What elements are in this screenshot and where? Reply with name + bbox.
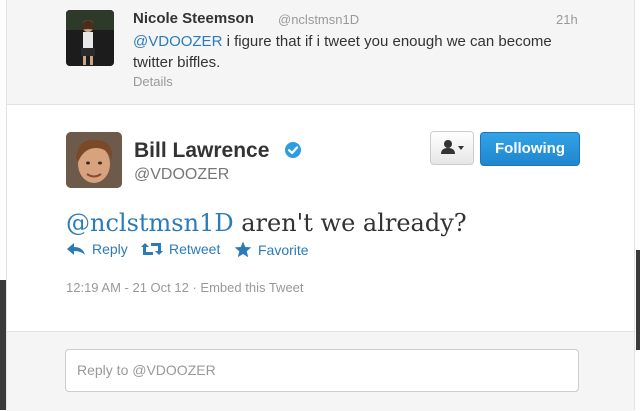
favorite-action[interactable]: Favorite — [234, 241, 309, 258]
reply-input[interactable]: Reply to @VDOOZER — [65, 349, 579, 392]
previous-tweet[interactable]: Nicole Steemson @nclstmsn1D 21h @VDOOZER… — [7, 0, 634, 105]
details-link[interactable]: Details — [133, 74, 173, 89]
tweet-time[interactable]: 21h — [556, 12, 578, 27]
previous-tweet-text: @VDOOZER i figure that if i tweet you en… — [133, 31, 573, 73]
frame-border-right — [634, 0, 635, 410]
following-button[interactable]: Following — [480, 132, 580, 166]
tweet-timestamp-row: 12:19 AM - 21 Oct 12 · Embed this Tweet — [66, 280, 304, 295]
reply-area: Reply to @VDOOZER — [7, 331, 634, 411]
separator: · — [188, 280, 201, 295]
star-icon — [234, 241, 252, 258]
reply-label[interactable]: Reply — [92, 241, 128, 257]
embed-tweet-link[interactable]: Embed this Tweet — [200, 280, 303, 295]
retweet-label[interactable]: Retweet — [169, 241, 220, 257]
tweet-body: aren't we already? — [233, 209, 467, 237]
nicole-name[interactable]: Nicole Steemson — [133, 10, 254, 27]
mention-link[interactable]: @VDOOZER — [133, 33, 222, 50]
retweet-icon — [141, 243, 163, 255]
favorite-label[interactable]: Favorite — [258, 242, 309, 258]
verified-badge-icon — [284, 141, 302, 159]
reply-arrow-icon — [67, 243, 85, 255]
main-tweet-text: @nclstmsn1D aren't we already? — [66, 209, 467, 237]
bill-handle[interactable]: @VDOOZER — [134, 166, 229, 184]
user-dropdown-icon — [441, 140, 464, 154]
bill-name[interactable]: Bill Lawrence — [134, 139, 269, 163]
bill-avatar[interactable] — [66, 132, 122, 188]
reply-action[interactable]: Reply — [66, 241, 128, 257]
mention-link[interactable]: @nclstmsn1D — [66, 209, 234, 237]
frame-border-left — [6, 0, 7, 410]
user-actions-button[interactable] — [430, 131, 474, 165]
main-tweet: Bill Lawrence @VDOOZER Following @nclstm… — [7, 105, 634, 331]
tweet-timestamp[interactable]: 12:19 AM - 21 Oct 12 — [66, 280, 189, 295]
retweet-action[interactable]: Retweet — [141, 241, 220, 257]
nicole-handle[interactable]: @nclstmsn1D — [278, 12, 359, 27]
nicole-avatar[interactable] — [66, 10, 114, 66]
background-edge-right — [636, 250, 640, 350]
